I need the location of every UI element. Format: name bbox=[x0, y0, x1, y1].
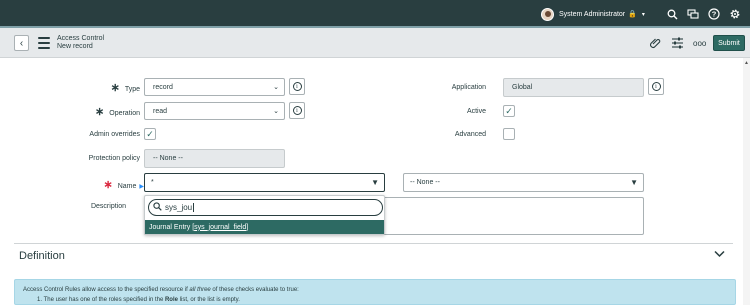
definition-item-1: 1. The user has one of the roles specifi… bbox=[37, 297, 240, 303]
required-icon: ∗ bbox=[103, 179, 113, 191]
type-value: record bbox=[153, 83, 173, 91]
back-button[interactable]: ‹ bbox=[14, 35, 29, 51]
more-icon[interactable]: ooo bbox=[693, 36, 706, 50]
operation-info-button[interactable]: i bbox=[289, 102, 305, 119]
definition-info-panel: Access Control Rules allow access to the… bbox=[14, 279, 736, 305]
info-icon: i bbox=[651, 82, 661, 91]
section-divider bbox=[14, 243, 733, 244]
settings-sliders-icon[interactable] bbox=[671, 36, 684, 50]
form-header: ‹ Access Control New record ooo Submit bbox=[0, 28, 750, 58]
required-icon: ∗ bbox=[110, 82, 120, 94]
name-value: * bbox=[151, 179, 154, 186]
dropdown-arrow-icon: ▼ bbox=[371, 178, 379, 187]
application-info-button[interactable]: i bbox=[648, 78, 664, 95]
name-select[interactable]: * ▼ bbox=[144, 173, 385, 192]
type-select[interactable]: record ⌄ bbox=[144, 78, 285, 96]
application-value: Global bbox=[512, 84, 533, 91]
protection-policy-label: Protection policy bbox=[88, 155, 140, 162]
collapse-chevron-icon[interactable] bbox=[714, 250, 725, 261]
operation-label: Operation bbox=[109, 110, 140, 117]
type-label-wrap: ∗ Type bbox=[60, 81, 140, 94]
active-checkbox[interactable]: ✓ bbox=[503, 105, 515, 117]
name-autocomplete-dropdown: sys_jou Journal Entry [sys_journal_field… bbox=[144, 195, 385, 235]
search-icon[interactable] bbox=[664, 6, 680, 22]
active-label: Active bbox=[466, 108, 486, 115]
operation-select[interactable]: read ⌄ bbox=[144, 102, 285, 120]
name-field-select[interactable]: -- None -- ▼ bbox=[403, 173, 644, 192]
page-subtitle: New record bbox=[57, 43, 93, 50]
avatar bbox=[541, 7, 554, 21]
help-icon[interactable]: ? bbox=[706, 6, 722, 22]
result-label: Journal Entry bbox=[149, 223, 191, 231]
chevron-down-icon: ⌄ bbox=[273, 84, 279, 91]
name-field-value: -- None -- bbox=[410, 179, 440, 186]
admin-overrides-checkbox[interactable]: ✓ bbox=[144, 128, 156, 140]
search-icon bbox=[153, 202, 162, 213]
operation-value: read bbox=[153, 107, 168, 115]
application-field: Global bbox=[503, 78, 644, 97]
scrollbar[interactable]: ▲ bbox=[743, 58, 750, 305]
definition-heading: Definition bbox=[19, 250, 65, 262]
back-icon: ‹ bbox=[19, 37, 24, 49]
chevron-down-icon: ⌄ bbox=[273, 108, 279, 115]
record-title: Access Control New record bbox=[57, 35, 104, 51]
chevron-down-icon: ▾ bbox=[641, 11, 645, 18]
svg-text:?: ? bbox=[712, 10, 717, 19]
protection-policy-field: -- None -- bbox=[144, 149, 285, 168]
autocomplete-result[interactable]: Journal Entry [sys_journal_field] bbox=[145, 220, 384, 234]
info-icon: i bbox=[292, 82, 302, 91]
user-name: System Administrator bbox=[559, 10, 626, 18]
operation-label-wrap: ∗ Operation bbox=[60, 105, 140, 118]
user-menu[interactable]: System Administrator 🔒 ▾ bbox=[541, 6, 645, 22]
chat-icon[interactable] bbox=[685, 6, 701, 22]
lock-icon: 🔒 bbox=[628, 11, 637, 18]
protection-policy-value: -- None -- bbox=[153, 155, 183, 162]
top-navigation-bar: System Administrator 🔒 ▾ ? bbox=[0, 0, 750, 28]
checkmark-icon: ✓ bbox=[146, 128, 154, 139]
definition-intro: Access Control Rules allow access to the… bbox=[23, 287, 299, 293]
type-label: Type bbox=[124, 86, 140, 93]
autocomplete-search-input[interactable]: sys_jou bbox=[148, 199, 383, 216]
gear-icon[interactable] bbox=[727, 6, 743, 22]
required-icon: ∗ bbox=[95, 106, 105, 118]
dropdown-arrow-icon: ▼ bbox=[630, 178, 638, 187]
name-label-wrap: ∗ Name ▶ bbox=[60, 178, 144, 191]
description-label: Description bbox=[90, 203, 126, 210]
info-icon: i bbox=[292, 106, 302, 115]
search-value: sys_jou bbox=[165, 203, 193, 212]
application-label: Application bbox=[451, 84, 486, 91]
hamburger-icon[interactable] bbox=[38, 37, 50, 49]
type-info-button[interactable]: i bbox=[289, 78, 305, 95]
submit-button[interactable]: Submit bbox=[713, 35, 745, 51]
checkmark-icon: ✓ bbox=[505, 105, 513, 116]
result-table: sys_journal_field bbox=[194, 223, 247, 231]
text-cursor bbox=[193, 203, 195, 212]
page-title: Access Control bbox=[57, 35, 105, 42]
advanced-label: Advanced bbox=[454, 131, 486, 138]
advanced-checkbox[interactable] bbox=[503, 128, 515, 140]
admin-overrides-label: Admin overrides bbox=[89, 131, 140, 138]
name-label: Name bbox=[117, 183, 137, 190]
attachment-icon[interactable] bbox=[650, 36, 662, 50]
scroll-up-icon[interactable]: ▲ bbox=[744, 60, 749, 66]
